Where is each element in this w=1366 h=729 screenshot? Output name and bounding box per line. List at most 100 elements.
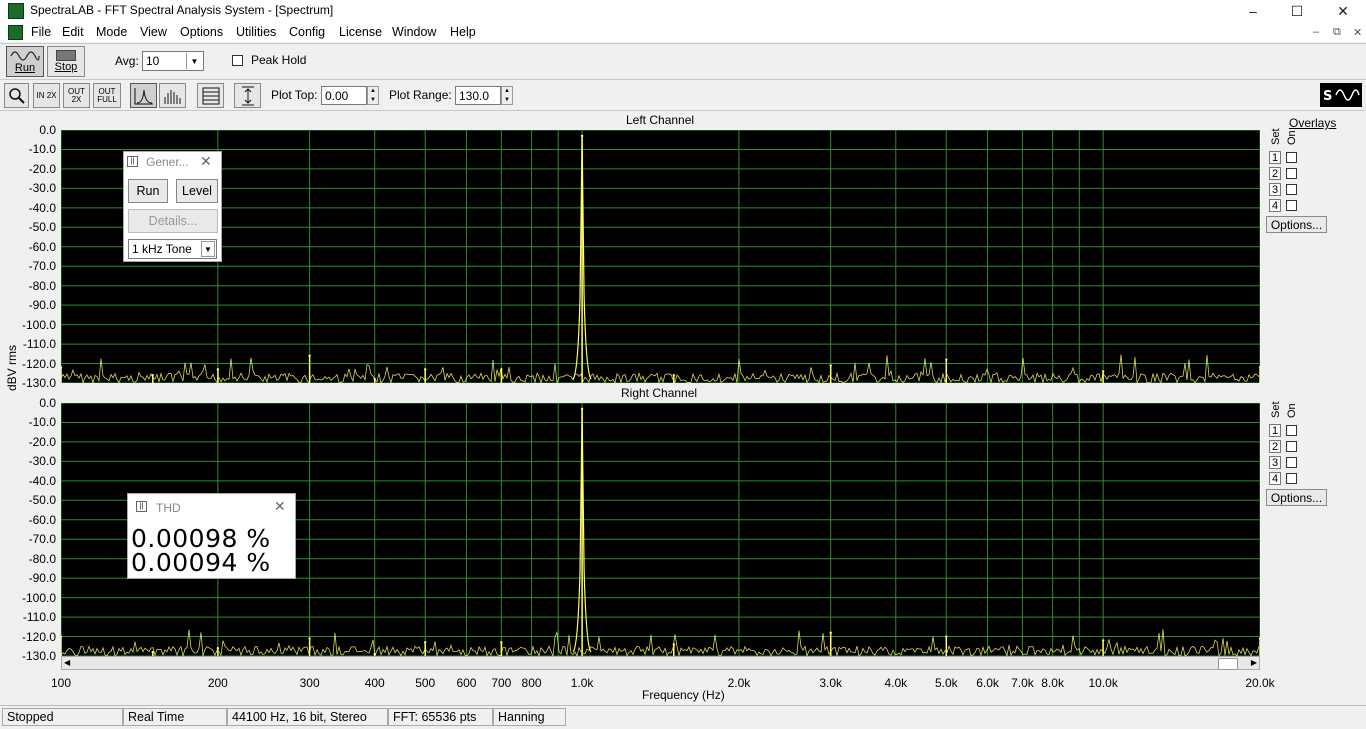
data-point — [61, 366, 63, 369]
chevron-down-icon[interactable]: ▼ — [186, 53, 202, 69]
avg-select[interactable]: 10 ▼ — [142, 51, 204, 71]
generator-signal-select[interactable]: 1 kHz Tone ▼ — [128, 239, 217, 259]
close-icon[interactable]: ✕ — [1320, 0, 1366, 22]
mdi-minimize-icon[interactable]: – — [1313, 26, 1319, 38]
overlay-set-button[interactable]: 4 — [1269, 472, 1281, 485]
menu-edit[interactable]: Edit — [62, 25, 84, 39]
x-tick-label: 400 — [364, 676, 385, 690]
y-tick-label: -40.0 — [28, 473, 56, 488]
x-tick-label: 300 — [299, 676, 320, 690]
generator-close-icon[interactable]: ✕ — [200, 153, 212, 170]
y-tick-label: -60.0 — [28, 512, 56, 527]
status-fft-size: FFT: 65536 pts — [388, 708, 493, 726]
status-state: Stopped — [2, 708, 123, 726]
pause-icon[interactable]: || — [136, 501, 147, 512]
y-tick-label: -60.0 — [28, 239, 56, 254]
y-tick-label: 0.0 — [39, 123, 56, 137]
overlay-on-checkbox[interactable] — [1286, 457, 1297, 468]
plot-top-label: Plot Top: — [271, 88, 318, 102]
run-button[interactable]: Run — [6, 46, 44, 77]
scroll-thumb[interactable] — [1218, 658, 1238, 670]
overlay-on-checkbox[interactable] — [1286, 441, 1297, 452]
bar-plot-icon[interactable] — [159, 83, 186, 108]
overlay-on-checkbox[interactable] — [1286, 168, 1297, 179]
maximize-icon[interactable]: ☐ — [1274, 0, 1320, 22]
overlay-on-checkbox[interactable] — [1286, 473, 1297, 484]
plot-top-spinner[interactable]: ▲ ▼ — [367, 86, 379, 105]
generator-run-button[interactable]: Run — [128, 179, 168, 203]
overlay-set-button[interactable]: 1 — [1269, 424, 1281, 437]
generator-details-button[interactable]: Details... — [128, 209, 218, 233]
line-plot-icon[interactable] — [130, 83, 157, 108]
pause-icon[interactable]: || — [127, 156, 138, 167]
overlay-set-button[interactable]: 4 — [1269, 199, 1281, 212]
data-point — [308, 354, 311, 357]
thd-right-value: 0.00094 % — [131, 548, 271, 577]
overlay-set-button[interactable]: 1 — [1269, 151, 1281, 164]
spectralab-logo-icon: S — [1320, 83, 1362, 107]
peak-hold-checkbox[interactable] — [232, 55, 243, 66]
thd-title: THD — [156, 501, 181, 515]
scroll-left-icon[interactable]: ◀ — [64, 658, 70, 667]
thd-close-icon[interactable]: ✕ — [274, 498, 286, 515]
data-point — [829, 631, 832, 634]
zoom-in-2x-button[interactable]: IN 2X — [33, 83, 60, 108]
left-channel-plot[interactable] — [61, 130, 1260, 383]
menu-window[interactable]: Window — [392, 25, 436, 39]
zoom-icon[interactable] — [4, 83, 29, 108]
menu-license[interactable]: License — [339, 25, 382, 39]
overlay-set-button[interactable]: 3 — [1269, 183, 1281, 196]
overlay-on-label: On — [1286, 130, 1298, 145]
plot-top-input[interactable]: 0.00 — [321, 86, 367, 105]
overlay-options-button-left[interactable]: Options... — [1266, 216, 1327, 233]
document-icon[interactable] — [8, 25, 23, 40]
minimize-icon[interactable]: – — [1230, 0, 1276, 22]
avg-label: Avg: — [115, 54, 139, 68]
y-tick-label: -130.0 — [21, 376, 56, 390]
x-tick-label: 10.0k — [1088, 676, 1118, 690]
overlays-title[interactable]: Overlays — [1289, 116, 1336, 130]
zoom-out-2x-button[interactable]: OUT 2X — [63, 83, 90, 108]
mdi-restore-icon[interactable]: ⧉ — [1333, 26, 1341, 39]
data-point — [373, 652, 376, 656]
stop-button[interactable]: Stop — [47, 46, 85, 77]
data-point — [580, 407, 584, 411]
overlay-on-checkbox[interactable] — [1286, 184, 1297, 195]
y-tick-label: -30.0 — [28, 181, 56, 196]
generator-title: Gener... — [146, 155, 189, 169]
menu-view[interactable]: View — [140, 25, 167, 39]
chevron-down-icon[interactable]: ▼ — [201, 241, 215, 257]
data-point — [151, 650, 154, 654]
overlay-set-button[interactable]: 2 — [1269, 167, 1281, 180]
data-point — [829, 364, 832, 367]
zoom-out-full-button[interactable]: OUT FULL — [93, 83, 121, 108]
plot-range-spinner[interactable]: ▲ ▼ — [501, 86, 513, 105]
menu-mode[interactable]: Mode — [96, 25, 127, 39]
overlay-on-checkbox[interactable] — [1286, 425, 1297, 436]
overlay-set-button[interactable]: 3 — [1269, 456, 1281, 469]
scroll-right-icon[interactable]: ▶ — [1251, 658, 1257, 667]
generator-level-button[interactable]: Level — [176, 179, 218, 203]
x-tick-label: 1.0k — [570, 676, 594, 690]
overlay-on-checkbox[interactable] — [1286, 200, 1297, 211]
overlay-options-button-right[interactable]: Options... — [1266, 489, 1327, 506]
marker-icon[interactable] — [234, 83, 261, 108]
menu-file[interactable]: File — [31, 25, 51, 39]
mdi-close-icon[interactable]: ✕ — [1353, 26, 1362, 39]
y-tick-label: -70.0 — [28, 259, 56, 274]
data-point — [500, 641, 503, 644]
data-point — [61, 635, 63, 638]
x-tick-label: 100 — [50, 676, 72, 690]
x-tick-label: 600 — [456, 676, 477, 690]
menu-help[interactable]: Help — [450, 25, 476, 39]
x-axis-label: Frequency (Hz) — [642, 688, 725, 702]
overlay-set-button[interactable]: 2 — [1269, 440, 1281, 453]
x-tick-label: 200 — [207, 676, 228, 690]
table-view-icon[interactable] — [197, 83, 224, 108]
menu-options[interactable]: Options — [180, 25, 223, 39]
horizontal-scrollbar[interactable]: ◀ ▶ — [61, 656, 1260, 670]
menu-utilities[interactable]: Utilities — [236, 25, 276, 39]
menu-config[interactable]: Config — [289, 25, 325, 39]
overlay-on-checkbox[interactable] — [1286, 152, 1297, 163]
plot-range-input[interactable]: 130.0 — [455, 86, 501, 105]
